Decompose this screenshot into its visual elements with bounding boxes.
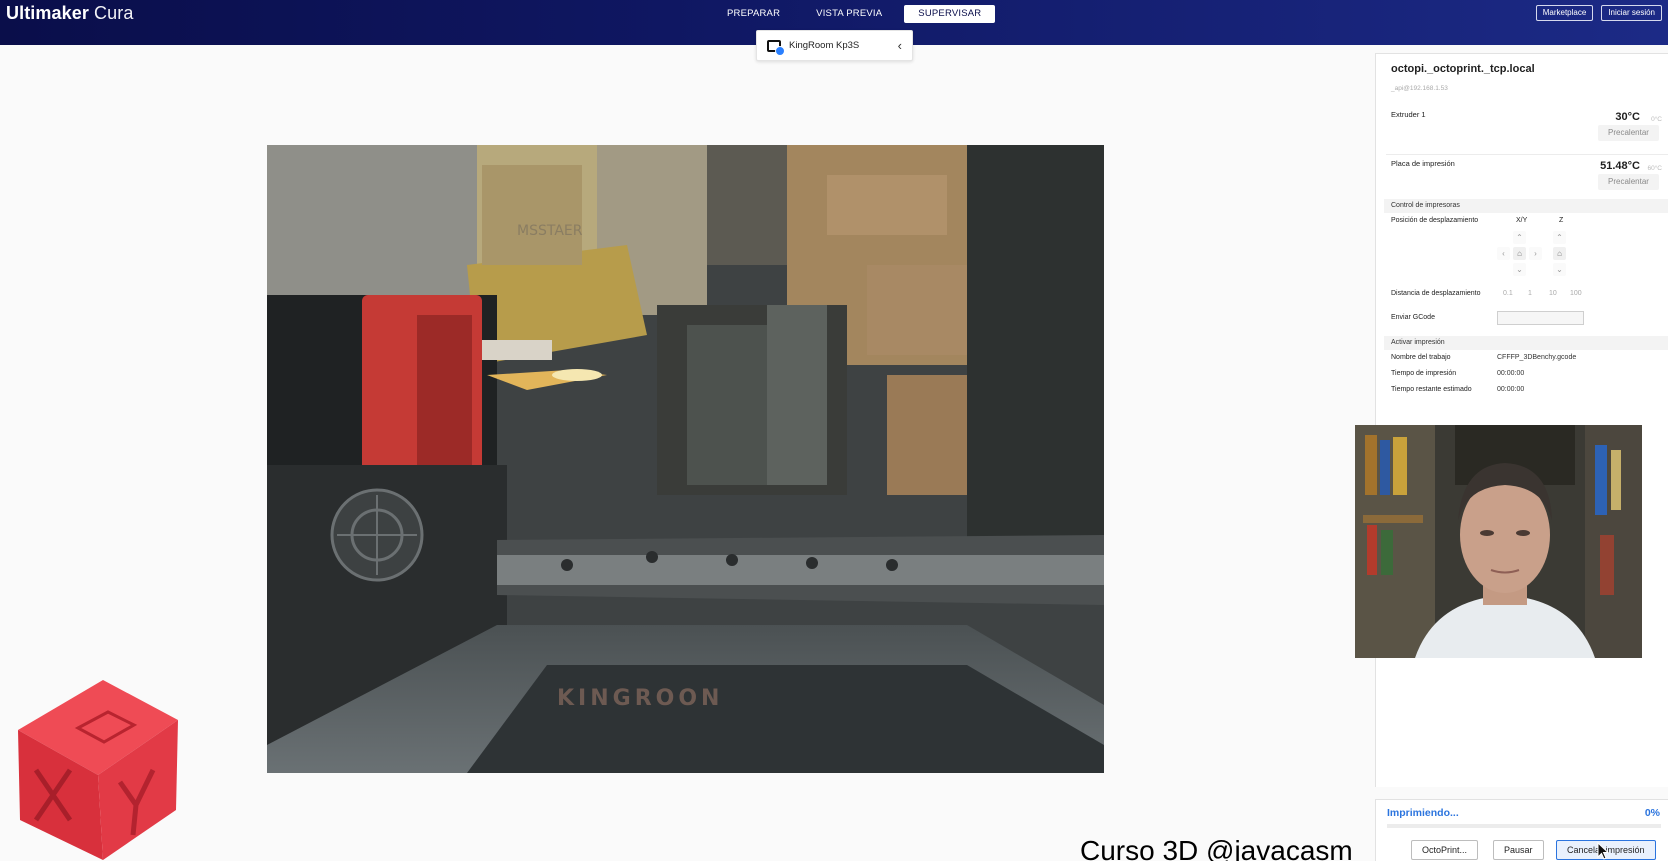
remaining-time-value: 00:00:00 — [1497, 386, 1525, 393]
print-time-label: Tiempo de impresión — [1391, 370, 1457, 377]
printer-selector[interactable]: KingRoom Kp3S ‹ — [756, 30, 913, 61]
printer-control-header: Control de impresoras — [1384, 199, 1668, 213]
xy-label: X/Y — [1516, 217, 1528, 224]
distance-option[interactable]: 10 — [1549, 290, 1557, 297]
print-status-bar: Imprimiendo... 0% OctoPrint... Pausar Ca… — [1375, 799, 1668, 861]
jog-y-up-button[interactable]: ⌃ — [1513, 231, 1526, 244]
pause-button[interactable]: Pausar — [1493, 840, 1544, 860]
tab-vista-previa[interactable]: VISTA PREVIA — [802, 5, 896, 23]
print-status-label: Imprimiendo... — [1387, 807, 1459, 819]
jog-label: Posición de desplazamiento — [1391, 217, 1479, 224]
print-time-value: 00:00:00 — [1497, 370, 1525, 377]
jog-x-left-button[interactable]: ‹ — [1497, 247, 1510, 260]
jog-z-up-button[interactable]: ⌃ — [1553, 231, 1566, 244]
divider — [1386, 154, 1668, 155]
extruder-label: Extruder 1 — [1391, 110, 1426, 119]
webcam-image — [1355, 425, 1642, 658]
distance-label: Distancia de desplazamiento — [1391, 290, 1481, 297]
extruder-temp: 30°C — [1615, 111, 1640, 123]
tab-preparar[interactable]: PREPARAR — [713, 5, 794, 23]
bed-target: 60°C — [1647, 165, 1662, 172]
printer-monitor-panel: octopi._octoprint._tcp.local _api@192.16… — [1375, 53, 1668, 787]
home-z-icon[interactable]: ⌂ — [1553, 247, 1566, 260]
distance-option[interactable]: 1 — [1528, 290, 1532, 297]
distance-option[interactable]: 0.1 — [1503, 290, 1513, 297]
printer-address: _api@192.168.1.53 — [1391, 85, 1448, 92]
home-xy-icon[interactable]: ⌂ — [1513, 247, 1526, 260]
bed-temp: 51.48°C — [1600, 160, 1640, 172]
app-logo: Ultimaker Cura — [6, 3, 133, 24]
print-progress-track — [1387, 824, 1661, 828]
printer-name: KingRoom Kp3S — [789, 40, 860, 51]
brand-suffix: Cura — [88, 3, 134, 23]
tab-supervisar[interactable]: SUPERVISAR — [904, 5, 996, 23]
gcode-input[interactable] — [1497, 311, 1584, 325]
mouse-cursor-icon — [1597, 842, 1609, 860]
jog-y-down-button[interactable]: ⌄ — [1513, 263, 1526, 276]
jog-z-down-button[interactable]: ⌄ — [1553, 263, 1566, 276]
chevron-left-icon[interactable]: ‹ — [898, 38, 902, 53]
octoprint-button[interactable]: OctoPrint... — [1411, 840, 1479, 860]
stage-tabs: PREPARAR VISTA PREVIA SUPERVISAR — [713, 5, 996, 23]
z-label: Z — [1559, 217, 1564, 224]
camera-image: MSSTAER KINGROON — [267, 145, 1104, 773]
printer-camera-feed: MSSTAER KINGROON — [267, 145, 1104, 773]
bed-brand-label: KINGROON — [557, 686, 723, 711]
header-actions: Marketplace Iniciar sesión — [1535, 5, 1662, 21]
job-name-label: Nombre del trabajo — [1391, 354, 1451, 361]
printer-network-icon — [767, 39, 785, 56]
xyz-cube-icon — [18, 680, 178, 860]
job-name-value: CFFFP_3DBenchy.gcode — [1497, 354, 1577, 361]
gcode-label: Enviar GCode — [1391, 314, 1435, 321]
bed-preheat-button[interactable]: Precalentar — [1598, 174, 1659, 190]
remaining-time-label: Tiempo restante estimado — [1391, 386, 1472, 393]
calibration-cube-logo — [8, 670, 208, 861]
job-header: Activar impresión — [1384, 336, 1668, 350]
extruder-preheat-button[interactable]: Precalentar — [1598, 125, 1659, 141]
cura-window: Ultimaker Cura PREPARAR VISTA PREVIA SUP… — [0, 0, 1668, 861]
course-watermark: Curso 3D @javacasm — [1080, 835, 1353, 861]
brand-name: Ultimaker — [6, 3, 89, 23]
marketplace-button[interactable]: Marketplace — [1535, 5, 1594, 21]
print-progress-percent: 0% — [1644, 807, 1660, 819]
printer-host: octopi._octoprint._tcp.local — [1391, 63, 1535, 75]
jog-x-right-button[interactable]: › — [1529, 247, 1542, 260]
distance-option[interactable]: 100 — [1570, 290, 1582, 297]
presenter-webcam — [1355, 425, 1642, 658]
extruder-target: 0°C — [1651, 116, 1662, 123]
camera-box-label: MSSTAER — [517, 223, 583, 239]
bed-label: Placa de impresión — [1391, 159, 1455, 168]
login-button[interactable]: Iniciar sesión — [1601, 5, 1662, 21]
